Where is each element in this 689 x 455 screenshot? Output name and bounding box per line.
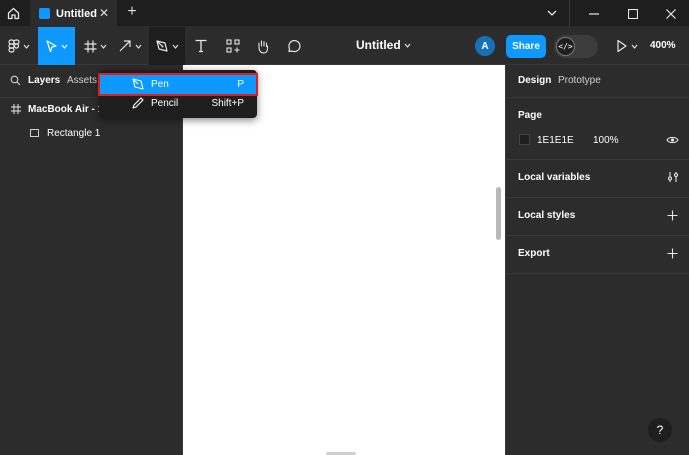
code-icon: </>	[556, 37, 575, 56]
frame-macbook-air[interactable]	[183, 65, 505, 455]
chevron-down-icon[interactable]	[631, 43, 638, 50]
titlebar-divider	[569, 0, 570, 27]
frame-tool-button[interactable]	[78, 27, 112, 65]
eye-icon[interactable]	[666, 135, 679, 145]
menu-item-shortcut: Shift+P	[211, 98, 244, 109]
dev-mode-toggle[interactable]: </>	[554, 35, 598, 58]
chevron-down-icon	[172, 44, 179, 49]
frame-icon	[11, 104, 21, 114]
panel-divider	[506, 97, 689, 98]
panel-divider	[506, 235, 689, 236]
main-menu-button[interactable]	[0, 27, 38, 65]
page-color-value[interactable]: 1E1E1E	[537, 135, 574, 146]
variables-icon[interactable]	[667, 171, 679, 183]
page-color-swatch[interactable]	[519, 134, 530, 145]
file-icon	[39, 8, 50, 19]
chevron-down-icon	[135, 44, 142, 49]
avatar[interactable]: A	[475, 36, 495, 56]
hand-tool-button[interactable]	[250, 27, 276, 65]
panel-divider	[506, 159, 689, 160]
share-button[interactable]: Share	[506, 35, 546, 58]
chevron-down-icon	[23, 44, 30, 49]
play-icon[interactable]	[614, 38, 630, 54]
menu-item-pencil[interactable]: Pencil Shift+P	[99, 93, 257, 114]
home-icon[interactable]	[0, 0, 27, 27]
panel-divider	[506, 273, 689, 274]
help-button[interactable]: ?	[648, 418, 672, 442]
text-icon	[195, 39, 207, 53]
toolbar: Untitled A Share </> 400%	[0, 27, 689, 65]
tab-design[interactable]: Design	[518, 75, 551, 86]
minimize-button[interactable]	[579, 0, 609, 27]
tab-prototype[interactable]: Prototype	[558, 75, 601, 86]
local-styles-heading[interactable]: Local styles	[518, 210, 575, 221]
layer-label: MacBook Air - 1	[28, 103, 104, 115]
panel-divider	[506, 197, 689, 198]
pencil-icon	[132, 97, 144, 109]
arrow-icon	[119, 40, 131, 52]
pen-tool-menu: Pen P Pencil Shift+P	[98, 70, 258, 118]
layer-row-rectangle[interactable]: Rectangle 1	[0, 123, 183, 143]
menu-item-pen[interactable]: Pen P	[98, 73, 258, 96]
plus-icon[interactable]	[667, 210, 678, 221]
tab-layers[interactable]: Layers	[28, 75, 60, 86]
local-variables-heading[interactable]: Local variables	[518, 172, 590, 183]
resources-tool-button[interactable]	[220, 27, 246, 65]
pen-icon	[132, 78, 144, 90]
search-icon[interactable]	[10, 75, 21, 86]
hand-icon	[258, 39, 269, 54]
zoom-level[interactable]: 400%	[650, 40, 676, 51]
tab-title: Untitled	[56, 7, 97, 20]
file-tab[interactable]: Untitled ✕	[30, 0, 117, 27]
export-heading[interactable]: Export	[518, 248, 550, 259]
title-bar: Untitled ✕ +	[0, 0, 689, 27]
vertical-scrollbar[interactable]	[496, 187, 501, 240]
chevron-down-icon[interactable]	[404, 42, 411, 49]
properties-panel: Design Prototype Page 1E1E1E 100% Local …	[505, 65, 689, 455]
layers-panel: Layers Assets MacBook Air - 1 Rectangle …	[0, 65, 183, 455]
move-tool-button[interactable]	[38, 27, 75, 65]
file-name[interactable]: Untitled	[356, 38, 401, 52]
layer-label: Rectangle 1	[47, 127, 101, 139]
text-tool-button[interactable]	[188, 27, 214, 65]
page-opacity-value[interactable]: 100%	[593, 135, 619, 146]
pen-tool-button[interactable]	[149, 27, 185, 65]
plus-icon[interactable]	[667, 248, 678, 259]
figma-app: Untitled ✕ + Untitled A Share </> 400% L…	[0, 0, 689, 455]
close-window-button[interactable]	[656, 0, 686, 27]
comment-icon	[287, 39, 301, 52]
chevron-down-icon[interactable]	[546, 6, 558, 24]
rectangle-icon	[30, 129, 39, 137]
cursor-icon	[46, 39, 57, 52]
resources-icon	[226, 39, 240, 53]
new-tab-button[interactable]: +	[123, 3, 141, 21]
page-heading: Page	[518, 110, 542, 121]
tab-assets[interactable]: Assets	[67, 75, 97, 86]
menu-item-label: Pencil	[151, 98, 179, 109]
comment-tool-button[interactable]	[280, 27, 306, 65]
close-tab-icon[interactable]: ✕	[99, 6, 109, 20]
maximize-button[interactable]	[618, 0, 648, 27]
chevron-down-icon	[61, 44, 68, 49]
pen-icon	[156, 40, 168, 52]
figma-logo-icon	[8, 39, 20, 53]
menu-item-label: Pen	[151, 79, 169, 90]
shape-tool-button[interactable]	[113, 27, 147, 65]
chevron-down-icon	[100, 44, 106, 49]
menu-item-shortcut: P	[237, 79, 244, 90]
frame-icon	[84, 40, 96, 52]
